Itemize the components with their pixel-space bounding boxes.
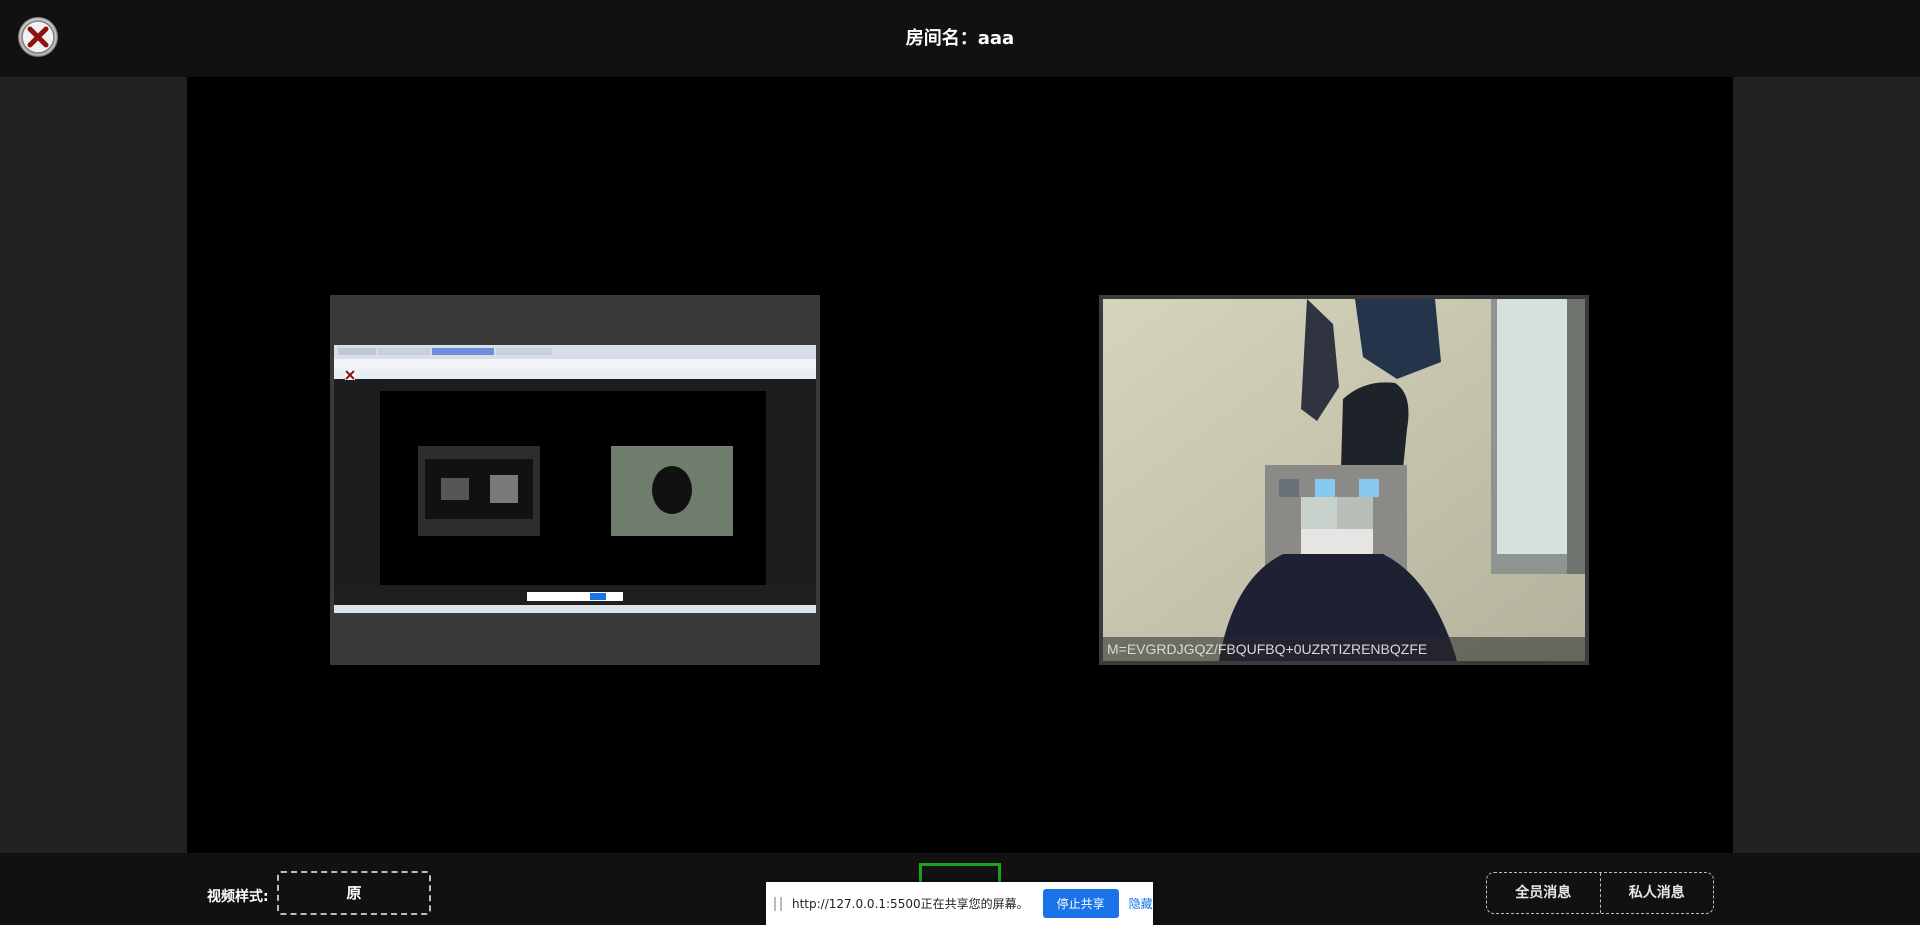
top-bar: 房间名：aaa: [0, 0, 1920, 77]
hide-link[interactable]: 隐藏: [1129, 895, 1153, 912]
screen-share-notice: http://127.0.0.1:5500正在共享您的屏幕。 停止共享 隐藏: [766, 882, 1153, 925]
drag-handle-icon[interactable]: [774, 896, 782, 911]
meeting-room-app: 房间名：aaa M=EVGRDJGQZ/FBQUFBQ+0UZRTIZRENBQ…: [0, 0, 1920, 925]
screen-share-preview: [330, 295, 820, 665]
all-messages-button[interactable]: 全员消息: [1487, 873, 1600, 913]
camera-video[interactable]: M=EVGRDJGQZ/FBQUFBQ+0UZRTIZRENBQZFE: [1099, 295, 1589, 665]
video-stage: M=EVGRDJGQZ/FBQUFBQ+0UZRTIZRENBQZFE: [187, 77, 1733, 853]
message-toggle-group: 全员消息 私人消息: [1486, 872, 1714, 914]
video-style-label: 视频样式:: [207, 889, 269, 905]
video-style-select[interactable]: 原: [277, 871, 431, 915]
screen-share-video[interactable]: [330, 295, 820, 665]
camera-user-label: M=EVGRDJGQZ/FBQUFBQ+0UZRTIZRENBQZFE: [1103, 637, 1585, 661]
private-messages-button[interactable]: 私人消息: [1599, 873, 1714, 913]
camera-feed-preview: [1103, 299, 1585, 661]
share-notice-text: http://127.0.0.1:5500正在共享您的屏幕。: [792, 897, 1029, 911]
room-title: 房间名：aaa: [905, 28, 1015, 49]
stop-sharing-button[interactable]: 停止共享: [1042, 889, 1119, 918]
